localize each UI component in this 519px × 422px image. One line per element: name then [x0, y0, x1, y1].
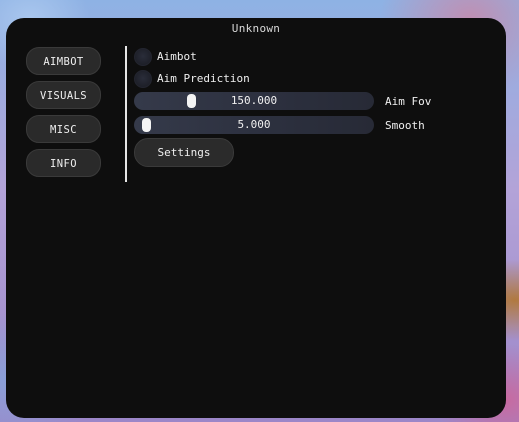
tab-info[interactable]: INFO [26, 149, 101, 177]
tab-visuals[interactable]: VISUALS [26, 81, 101, 109]
aim-fov-slider[interactable]: 150.000 [134, 92, 374, 110]
aim-fov-value: 150.000 [230, 94, 278, 107]
aimbot-toggle-label: Aimbot [157, 50, 197, 63]
tab-aimbot[interactable]: AIMBOT [26, 47, 101, 75]
tab-misc[interactable]: MISC [26, 115, 101, 143]
panel-divider [125, 46, 127, 182]
window-title: Unknown [231, 22, 281, 35]
cheat-menu-window: Unknown AIMBOT VISUALS MISC INFO Aimbot … [6, 18, 506, 418]
settings-button[interactable]: Settings [134, 138, 234, 167]
smooth-value: 5.000 [237, 118, 271, 131]
smooth-slider[interactable]: 5.000 [134, 116, 374, 134]
aim-fov-label: Aim Fov [385, 95, 432, 108]
aim-prediction-toggle[interactable] [134, 70, 152, 88]
smooth-label: Smooth [385, 119, 425, 132]
aimbot-toggle[interactable] [134, 48, 152, 66]
aim-prediction-toggle-label: Aim Prediction [157, 72, 250, 85]
